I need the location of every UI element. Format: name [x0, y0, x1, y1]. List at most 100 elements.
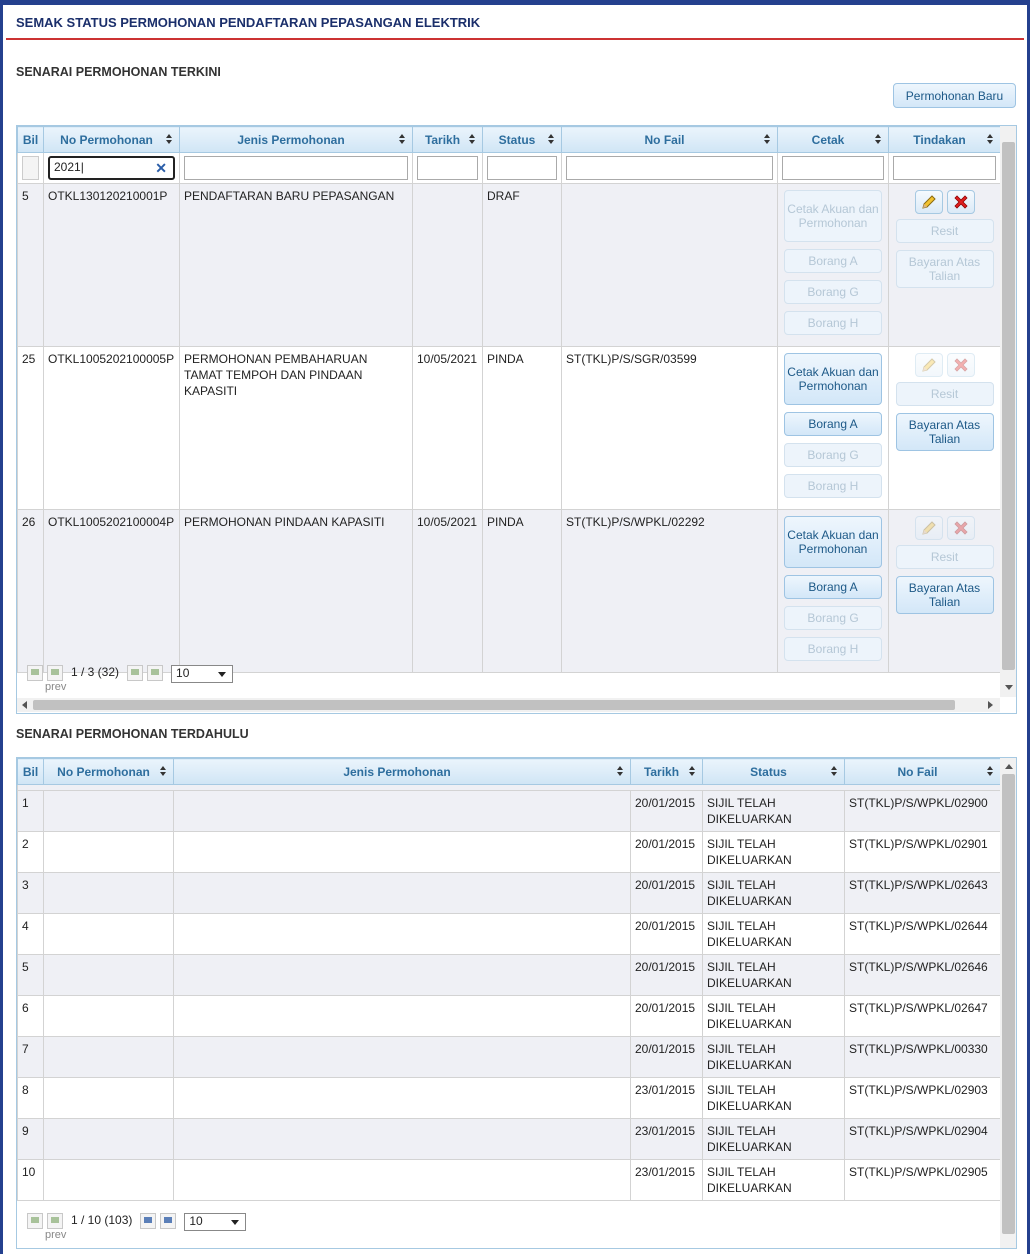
bayaran-atas-talian-button[interactable]: Bayaran Atas Talian	[895, 413, 994, 451]
table-row[interactable]: 9 23/01/2015 SIJIL TELAH DIKELUARKAN ST(TKL…	[17, 1118, 1001, 1160]
current-horizontal-scrollbar[interactable]	[17, 698, 1000, 712]
page-size-select[interactable]: 10	[171, 665, 234, 683]
cell-status: SIJIL TELAH DIKELUARKAN	[702, 1077, 845, 1119]
cetak-akuan-button[interactable]: Cetak Akuan dan Permohonan	[784, 190, 882, 242]
table-row[interactable]: 3 20/01/2015 SIJIL TELAH DIKELUARKAN ST(TKL…	[17, 872, 1001, 914]
table-row[interactable]: 7 20/01/2015 SIJIL TELAH DIKELUARKAN ST(TKL…	[17, 1036, 1001, 1078]
col-header-tarikh[interactable]: Tarikh	[630, 758, 703, 785]
borang-g-button[interactable]: Borang G	[784, 280, 882, 304]
prev-page-icon[interactable]	[47, 665, 63, 681]
new-application-button[interactable]: Permohonan Baru	[893, 83, 1016, 108]
col-header-no-permohonan[interactable]: No Permohonan	[43, 126, 180, 153]
cell-status: SIJIL TELAH DIKELUARKAN	[702, 954, 845, 996]
current-grid: Bil No Permohonan Jenis Permohonan Tarik…	[16, 125, 1017, 714]
cetak-akuan-button[interactable]: Cetak Akuan dan Permohonan	[784, 353, 882, 405]
col-header-status[interactable]: Status	[482, 126, 562, 153]
filter-no-permohonan-input[interactable]: 2021| ✕	[48, 156, 175, 180]
scroll-up-arrow[interactable]	[1005, 764, 1013, 769]
filter-jenis-input[interactable]	[184, 156, 408, 180]
borang-a-button[interactable]: Borang A	[784, 412, 882, 436]
col-header-cetak[interactable]: Cetak	[777, 126, 889, 153]
cell-jenis	[173, 1077, 631, 1119]
current-vertical-scrollbar[interactable]	[1000, 126, 1016, 697]
borang-g-button[interactable]: Borang G	[784, 443, 882, 467]
resit-button[interactable]: Resit	[895, 382, 994, 406]
col-header-jenis[interactable]: Jenis Permohonan	[179, 126, 413, 153]
borang-g-button[interactable]: Borang G	[784, 606, 882, 630]
table-row[interactable]: 8 23/01/2015 SIJIL TELAH DIKELUARKAN ST(TKL…	[17, 1077, 1001, 1119]
bayaran-atas-talian-button[interactable]: Bayaran Atas Talian	[895, 576, 994, 614]
filter-status-input[interactable]	[487, 156, 557, 180]
page-size-select[interactable]: 10	[184, 1213, 247, 1231]
table-row[interactable]: 1 20/01/2015 SIJIL TELAH DIKELUARKAN ST(TKL…	[17, 790, 1001, 832]
cell-bil: 3	[17, 872, 44, 914]
scroll-left-arrow[interactable]	[22, 701, 27, 709]
col-header-no-fail[interactable]: No Fail	[561, 126, 778, 153]
filter-tarikh-input[interactable]	[417, 156, 478, 180]
table-row[interactable]: 10 23/01/2015 SIJIL TELAH DIKELUARKAN ST(TK…	[17, 1159, 1001, 1201]
col-header-no-permohonan[interactable]: No Permohonan	[43, 758, 174, 785]
delete-button[interactable]	[946, 190, 975, 214]
resit-button[interactable]: Resit	[895, 545, 994, 569]
delete-button[interactable]	[946, 516, 975, 540]
filter-no-fail-input[interactable]	[566, 156, 773, 180]
cell-no-fail: ST(TKL)P/S/SGR/03599	[561, 346, 778, 510]
prev-label: prev	[45, 1229, 67, 1241]
past-pager: prev 1 / 10 (103) 10	[27, 1213, 247, 1241]
prev-page-icon[interactable]	[47, 1213, 63, 1229]
first-page-icon[interactable]	[27, 665, 43, 681]
clear-x-icon[interactable]: ✕	[155, 160, 167, 176]
col-header-bil[interactable]: Bil	[17, 758, 44, 785]
last-page-icon[interactable]	[147, 665, 164, 681]
cell-no-permohonan	[43, 954, 174, 996]
cell-tarikh: 23/01/2015	[630, 1077, 703, 1119]
scroll-right-arrow[interactable]	[988, 701, 993, 709]
borang-h-button[interactable]: Borang H	[784, 637, 882, 661]
cell-jenis	[173, 1036, 631, 1078]
scroll-down-arrow[interactable]	[1005, 685, 1013, 690]
resit-button[interactable]: Resit	[895, 219, 994, 243]
scroll-thumb[interactable]	[1002, 774, 1015, 1234]
cetak-akuan-button[interactable]: Cetak Akuan dan Permohonan	[784, 516, 882, 568]
filter-tindakan-input[interactable]	[893, 156, 996, 180]
cell-bil: 9	[17, 1118, 44, 1160]
col-header-bil[interactable]: Bil	[17, 126, 44, 153]
edit-button[interactable]	[914, 190, 943, 214]
cell-no-fail: ST(TKL)P/S/WPKL/02647	[844, 995, 1001, 1037]
next-page-icon[interactable]	[140, 1213, 157, 1229]
borang-h-button[interactable]: Borang H	[784, 311, 882, 335]
sort-icon	[469, 134, 476, 146]
edit-button[interactable]	[914, 353, 943, 377]
table-row[interactable]: 6 20/01/2015 SIJIL TELAH DIKELUARKAN ST(TKL…	[17, 995, 1001, 1037]
borang-h-button[interactable]: Borang H	[784, 474, 882, 498]
bayaran-atas-talian-button[interactable]: Bayaran Atas Talian	[895, 250, 994, 288]
col-header-tindakan[interactable]: Tindakan	[888, 126, 1001, 153]
table-row[interactable]: 4 20/01/2015 SIJIL TELAH DIKELUARKAN ST(TKL…	[17, 913, 1001, 955]
first-page-icon[interactable]	[27, 1213, 43, 1229]
cell-no-fail: ST(TKL)P/S/WPKL/02900	[844, 790, 1001, 832]
edit-button[interactable]	[914, 516, 943, 540]
sort-icon	[160, 766, 167, 778]
table-row[interactable]: 25 OTKL1005202100005P PERMOHONAN PEMBAHA…	[17, 346, 1001, 510]
last-page-icon[interactable]	[160, 1213, 177, 1229]
col-header-status[interactable]: Status	[702, 758, 845, 785]
col-header-no-fail[interactable]: No Fail	[844, 758, 1001, 785]
scroll-thumb[interactable]	[33, 700, 955, 710]
col-header-tarikh[interactable]: Tarikh	[412, 126, 483, 153]
cell-bil: 7	[17, 1036, 44, 1078]
delete-button[interactable]	[946, 353, 975, 377]
next-page-icon[interactable]	[127, 665, 144, 681]
cell-no-permohonan	[43, 1118, 174, 1160]
scroll-thumb[interactable]	[1002, 142, 1015, 670]
table-row[interactable]: 5 OTKL130120210001P PENDAFTARAN BARU PEP…	[17, 183, 1001, 347]
table-row[interactable]: 26 OTKL1005202100004P PERMOHONAN PINDAAN…	[17, 509, 1001, 673]
table-row[interactable]: 2 20/01/2015 SIJIL TELAH DIKELUARKAN ST(TKL…	[17, 831, 1001, 873]
borang-a-button[interactable]: Borang A	[784, 249, 882, 273]
filter-cetak-input[interactable]	[782, 156, 884, 180]
past-vertical-scrollbar[interactable]	[1000, 758, 1016, 1248]
cell-status: SIJIL TELAH DIKELUARKAN	[702, 1118, 845, 1160]
col-header-jenis[interactable]: Jenis Permohonan	[173, 758, 631, 785]
table-row[interactable]: 5 20/01/2015 SIJIL TELAH DIKELUARKAN ST(TKL…	[17, 954, 1001, 996]
cell-no-fail: ST(TKL)P/S/WPKL/02904	[844, 1118, 1001, 1160]
borang-a-button[interactable]: Borang A	[784, 575, 882, 599]
